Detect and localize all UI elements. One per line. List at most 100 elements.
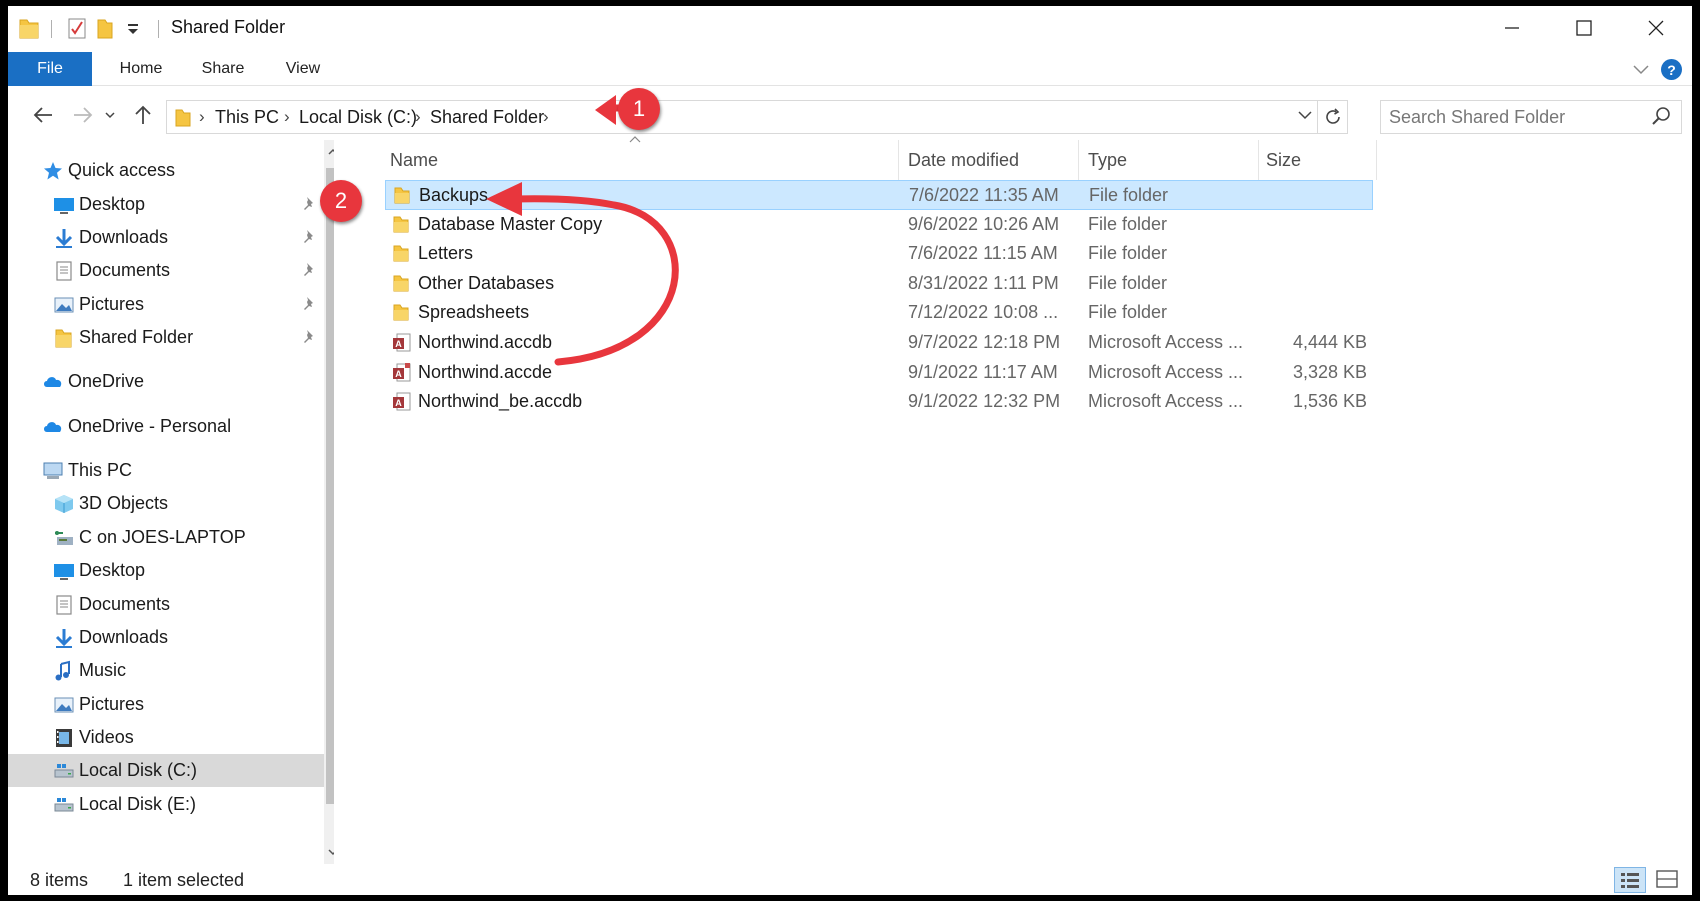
large-icons-view-button[interactable] xyxy=(1652,867,1682,893)
file-row[interactable]: Database Master Copy 9/6/2022 10:26 AM Fil… xyxy=(385,210,1373,240)
nav-item-music[interactable]: Music xyxy=(8,654,324,687)
pin-icon[interactable] xyxy=(302,296,316,317)
nav-item-desktop[interactable]: Desktop xyxy=(8,554,324,587)
refresh-button[interactable] xyxy=(1317,101,1347,133)
download-icon xyxy=(53,227,75,249)
file-type: Microsoft Access ... xyxy=(1088,391,1244,412)
pin-icon[interactable] xyxy=(302,196,316,217)
nav-item-documents[interactable]: Documents xyxy=(8,254,324,287)
scroll-thumb[interactable] xyxy=(326,168,334,804)
nav-item-this-pc[interactable]: This PC xyxy=(8,454,324,487)
back-button[interactable] xyxy=(28,99,58,131)
nav-item-shared-folder[interactable]: Shared Folder xyxy=(8,321,324,354)
nav-item-pictures[interactable]: Pictures xyxy=(8,288,324,321)
folder-icon xyxy=(392,214,410,239)
file-type: File folder xyxy=(1088,272,1168,293)
search-input[interactable] xyxy=(1389,105,1639,129)
new-folder-icon[interactable] xyxy=(94,16,116,40)
breadcrumb-separator[interactable]: › xyxy=(199,107,205,127)
customize-toolbar-icon[interactable] xyxy=(122,16,144,40)
nav-item-quick-access[interactable]: Quick access xyxy=(8,154,324,187)
file-size: 3,328 KB xyxy=(1292,361,1367,382)
recent-locations-button[interactable] xyxy=(100,99,120,131)
help-button[interactable]: ? xyxy=(1661,59,1682,80)
pin-icon[interactable] xyxy=(302,229,316,250)
search-box[interactable] xyxy=(1380,100,1682,134)
properties-icon[interactable] xyxy=(66,16,88,40)
column-divider[interactable] xyxy=(1376,140,1377,180)
nav-item-videos[interactable]: Videos xyxy=(8,721,324,754)
column-divider[interactable] xyxy=(898,140,899,180)
breadcrumb-local-disk[interactable]: Local Disk (C:) xyxy=(299,107,417,128)
column-divider[interactable] xyxy=(1078,140,1079,180)
nav-item-downloads[interactable]: Downloads xyxy=(8,621,324,654)
column-header-size[interactable]: Size xyxy=(1266,150,1301,171)
breadcrumb-separator[interactable]: › xyxy=(415,107,421,127)
column-header-name[interactable]: Name xyxy=(390,150,438,171)
annotation-badge-2: 2 xyxy=(320,180,362,222)
up-button[interactable] xyxy=(128,99,158,131)
file-row[interactable]: A Northwind.accde 9/1/2022 11:17 AM Microso… xyxy=(385,358,1373,388)
nav-item-3d-objects[interactable]: 3D Objects xyxy=(8,487,324,520)
pin-icon[interactable] xyxy=(302,329,316,350)
breadcrumb-this-pc[interactable]: This PC xyxy=(215,107,279,128)
title-separator xyxy=(158,20,159,38)
forward-arrow-icon xyxy=(74,107,93,123)
nav-item-label: Pictures xyxy=(79,294,145,314)
pin-icon[interactable] xyxy=(302,262,316,283)
nav-item-label: Documents xyxy=(79,260,171,280)
scroll-down-button[interactable] xyxy=(324,840,334,864)
tab-view[interactable]: View xyxy=(268,52,338,86)
file-row[interactable]: Spreadsheets 7/12/2022 10:08 ... File fold… xyxy=(385,298,1373,328)
address-bar[interactable]: › This PC › Local Disk (C:) › Shared Fol… xyxy=(166,100,1348,134)
nav-item-desktop[interactable]: Desktop xyxy=(8,188,324,221)
breadcrumb-separator[interactable]: › xyxy=(284,107,290,127)
minimize-button[interactable] xyxy=(1476,6,1548,50)
file-row[interactable]: Backups 7/6/2022 11:35 AM File folder xyxy=(385,180,1373,210)
close-button[interactable] xyxy=(1620,6,1692,50)
up-arrow-icon xyxy=(135,105,151,124)
tab-share[interactable]: Share xyxy=(184,52,262,86)
tab-home[interactable]: Home xyxy=(104,52,178,86)
nav-item-documents[interactable]: Documents xyxy=(8,588,324,621)
folder-icon xyxy=(392,273,410,298)
tab-file[interactable]: File xyxy=(8,52,92,86)
nav-item-local-disk-c[interactable]: Local Disk (C:) xyxy=(8,754,324,787)
file-name: Database Master Copy xyxy=(418,213,603,234)
nav-item-label: 3D Objects xyxy=(79,493,169,513)
forward-button[interactable] xyxy=(68,99,98,131)
column-header-type[interactable]: Type xyxy=(1088,150,1127,171)
nav-item-label: Desktop xyxy=(79,194,146,214)
file-row[interactable]: A Northwind.accdb 9/7/2022 12:18 PM Microso… xyxy=(385,328,1373,358)
nav-item-onedrive-personal[interactable]: OneDrive - Personal xyxy=(8,410,324,443)
nav-item-downloads[interactable]: Downloads xyxy=(8,221,324,254)
maximize-button[interactable] xyxy=(1548,6,1620,50)
file-row[interactable]: A Northwind_be.accdb 9/1/2022 12:32 PM Micr… xyxy=(385,387,1373,417)
breadcrumb-shared-folder[interactable]: Shared Folder xyxy=(430,107,544,128)
nav-item-local-disk-e[interactable]: Local Disk (E:) xyxy=(8,788,324,821)
nav-item-label: Shared Folder xyxy=(79,327,194,347)
nav-item-pictures[interactable]: Pictures xyxy=(8,688,324,721)
column-divider[interactable] xyxy=(1258,140,1259,180)
documents-icon xyxy=(53,594,75,616)
nav-item-c-on-joes-laptop[interactable]: C on JOES-LAPTOP xyxy=(8,521,324,554)
computer-icon xyxy=(42,460,64,482)
window-title: Shared Folder xyxy=(171,17,286,37)
folder-icon xyxy=(175,109,191,127)
breadcrumb-separator[interactable]: › xyxy=(543,107,549,127)
nav-item-onedrive[interactable]: OneDrive xyxy=(8,365,324,398)
expand-ribbon-icon[interactable] xyxy=(1632,60,1650,78)
file-type: Microsoft Access ... xyxy=(1088,361,1244,382)
details-view-button[interactable] xyxy=(1614,867,1646,893)
scroll-up-button[interactable] xyxy=(324,140,334,164)
nav-scrollbar[interactable] xyxy=(324,140,334,864)
column-header-date[interactable]: Date modified xyxy=(908,150,1019,171)
explorer-window: Shared Folder File Home Share View ? › T… xyxy=(8,6,1692,895)
file-row[interactable]: Other Databases 8/31/2022 1:11 PM File fol… xyxy=(385,269,1373,299)
search-icon[interactable] xyxy=(1651,105,1673,127)
file-type: File folder xyxy=(1088,213,1168,234)
file-row[interactable]: Letters 7/6/2022 11:15 AM File folder xyxy=(385,239,1373,269)
large-icons-view-icon xyxy=(1656,870,1678,888)
chevron-down-icon[interactable] xyxy=(1297,107,1313,123)
file-date: 7/12/2022 10:08 ... xyxy=(908,302,1059,323)
